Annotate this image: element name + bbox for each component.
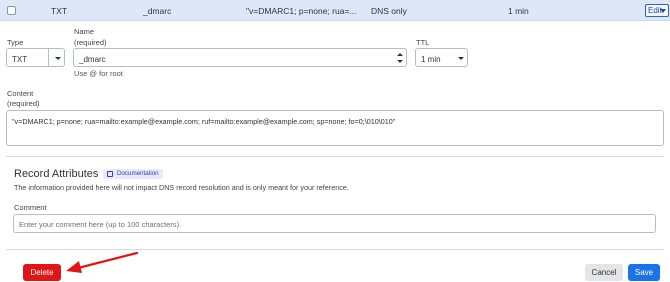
content-value: "v=DMARC1; p=none; rua=mailto:example@ex… — [12, 117, 396, 126]
record-ttl: 1 min — [508, 6, 529, 16]
delete-button[interactable]: Delete — [23, 264, 61, 281]
type-label: Type — [7, 38, 24, 47]
documentation-label: Documentation — [117, 170, 159, 177]
record-type: TXT — [51, 6, 68, 16]
comment-label: Comment — [14, 203, 47, 212]
dns-record-row[interactable]: TXT _dmarc "v=DMARC1; p=none; rua=... DN… — [0, 0, 670, 21]
type-select[interactable]: TXT — [6, 48, 65, 67]
content-label: Content — [7, 89, 34, 98]
chevron-down-icon — [458, 57, 464, 60]
ttl-select-value: 1 min — [421, 55, 441, 64]
ttl-label: TTL — [416, 38, 430, 47]
select-divider — [48, 49, 49, 66]
ttl-select[interactable]: 1 min — [415, 48, 468, 67]
edit-button[interactable]: Edit — [645, 4, 669, 17]
footer-divider — [6, 249, 664, 250]
name-label: Name — [74, 27, 95, 36]
section-divider — [6, 156, 664, 157]
save-button[interactable]: Save — [628, 264, 660, 281]
name-required: (required) — [74, 38, 107, 47]
record-name: _dmarc — [143, 6, 172, 16]
document-icon — [107, 171, 113, 177]
record-attributes-title: Record Attributes — [14, 168, 99, 180]
name-input[interactable]: _dmarc — [73, 48, 407, 67]
comment-placeholder: Enter your comment here (up to 100 chara… — [19, 220, 182, 229]
record-content: "v=DMARC1; p=none; rua=... — [246, 6, 357, 16]
attributes-description: The information provided here will not i… — [14, 183, 349, 192]
chevron-down-icon — [55, 57, 61, 60]
cancel-button[interactable]: Cancel — [585, 264, 623, 281]
documentation-link[interactable]: Documentation — [103, 169, 163, 179]
stepper-up-icon[interactable] — [397, 53, 403, 56]
content-required: (required) — [7, 99, 40, 108]
content-textarea[interactable]: "v=DMARC1; p=none; rua=mailto:example@ex… — [6, 110, 664, 146]
type-select-value: TXT — [12, 55, 28, 64]
record-checkbox[interactable] — [7, 6, 16, 15]
record-proxy-status: DNS only — [371, 6, 407, 16]
comment-input[interactable]: Enter your comment here (up to 100 chara… — [13, 214, 656, 233]
name-hint: Use @ for root — [74, 69, 123, 78]
stepper-down-icon[interactable] — [397, 60, 403, 63]
chevron-down-icon — [660, 9, 666, 13]
name-input-value: _dmarc — [79, 55, 106, 64]
